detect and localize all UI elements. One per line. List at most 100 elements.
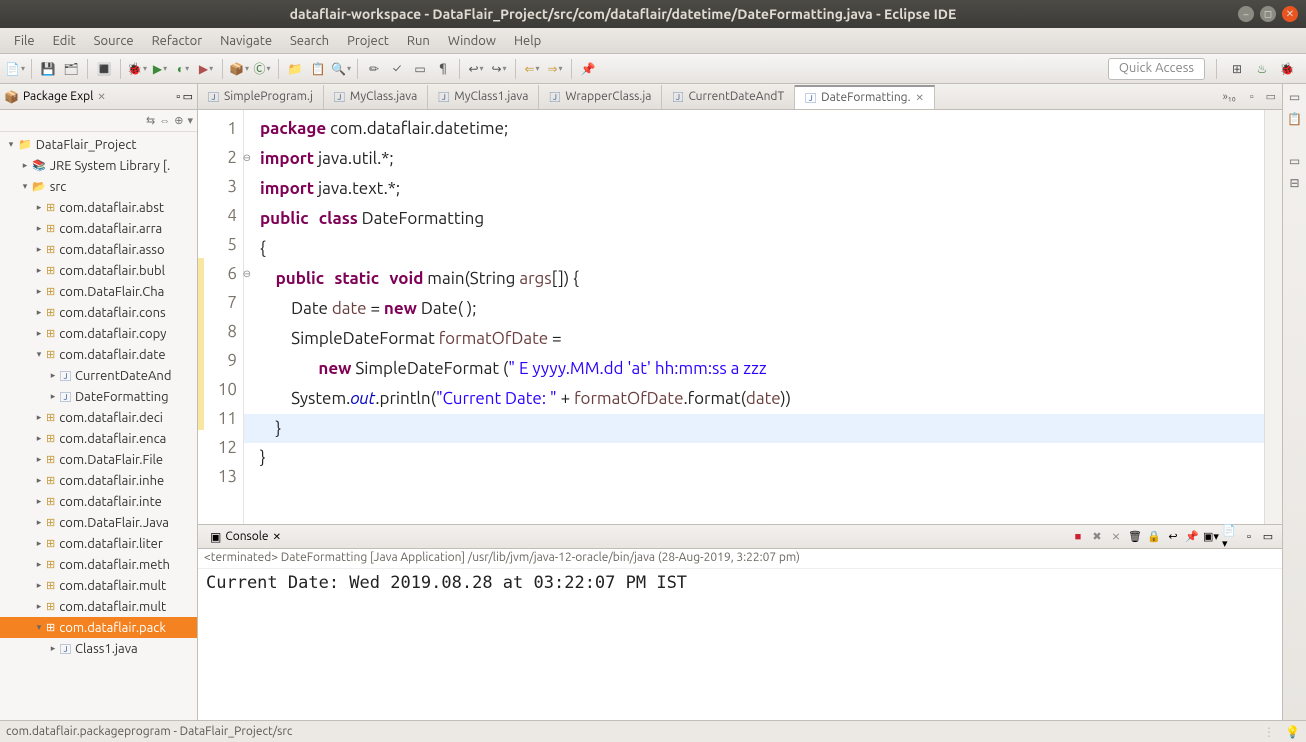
forward-button[interactable]: ⇒ <box>545 59 565 79</box>
pin-button[interactable]: 📌 <box>578 59 598 79</box>
package-node-selected[interactable]: ▾⊞com.dataflair.pack <box>0 617 197 638</box>
link-editor-button[interactable]: ⇔ <box>159 115 170 127</box>
project-node[interactable]: ▾📁DataFlair_Project <box>0 134 197 155</box>
minimize-console-button[interactable]: ▫ <box>1241 529 1257 545</box>
annotation-prev-button[interactable]: ↩ <box>466 59 486 79</box>
outline-icon[interactable]: ⊟ <box>1289 176 1299 190</box>
wand-button[interactable]: ✏ <box>364 59 384 79</box>
package-node[interactable]: ▸⊞com.dataflair.mult <box>0 596 197 617</box>
focus-button[interactable]: ⊕ <box>174 114 183 127</box>
window-close-button[interactable]: ✕ <box>1282 6 1298 22</box>
display-console-button[interactable]: ▣▾ <box>1203 529 1219 545</box>
save-all-button[interactable]: 🗂 <box>61 59 81 79</box>
editor-tab[interactable]: 🄹SimpleProgram.j <box>198 85 324 109</box>
debug-button[interactable]: 🐞 <box>127 59 147 79</box>
menu-search[interactable]: Search <box>282 31 337 51</box>
remove-all-button[interactable]: ⨯ <box>1108 529 1124 545</box>
coverage-button[interactable]: ◐ <box>173 59 193 79</box>
clear-console-button[interactable]: 🗑 <box>1127 529 1143 545</box>
maximize-console-button[interactable]: ▭ <box>1260 529 1276 545</box>
remove-launch-button[interactable]: ✖ <box>1089 529 1105 545</box>
package-node[interactable]: ▸⊞com.dataflair.meth <box>0 554 197 575</box>
more-tabs-button[interactable]: »₁₀ <box>1215 91 1244 103</box>
new-button[interactable]: 📄 <box>5 59 25 79</box>
quick-access-input[interactable]: Quick Access <box>1108 58 1205 80</box>
scroll-lock-button[interactable]: 🔒 <box>1146 529 1162 545</box>
minimize-view-button[interactable]: ▫ ▭ <box>176 90 193 103</box>
open-task-button[interactable]: 📋 <box>308 59 328 79</box>
restore-button[interactable]: ▭ <box>1289 154 1300 168</box>
java-perspective-button[interactable]: ♨ <box>1252 59 1272 79</box>
minimize-editor-button[interactable]: ▫ <box>1244 91 1260 103</box>
close-icon[interactable]: ✕ <box>273 531 281 543</box>
package-node[interactable]: ▸⊞com.dataflair.arra <box>0 218 197 239</box>
save-button[interactable]: 💾 <box>38 59 58 79</box>
package-node[interactable]: ▸⊞com.dataflair.bubl <box>0 260 197 281</box>
menu-run[interactable]: Run <box>399 31 438 51</box>
block-button[interactable]: ▭ <box>410 59 430 79</box>
back-button[interactable]: ⇐ <box>522 59 542 79</box>
editor-tab-active[interactable]: 🄹DateFormatting.✕ <box>795 85 935 109</box>
menu-source[interactable]: Source <box>86 31 142 51</box>
editor-tab[interactable]: 🄹MyClass1.java <box>428 85 539 109</box>
package-node[interactable]: ▸⊞com.dataflair.inte <box>0 491 197 512</box>
package-tree[interactable]: ▾📁DataFlair_Project ▸📚JRE System Library… <box>0 132 197 720</box>
search-button[interactable]: 🔍 <box>331 59 351 79</box>
package-node[interactable]: ▸⊞com.dataflair.copy <box>0 323 197 344</box>
restore-button[interactable]: ▭ <box>1289 90 1300 104</box>
collapse-all-button[interactable]: ⇆ <box>146 114 155 127</box>
toggle-button[interactable]: 🔳 <box>94 59 114 79</box>
open-perspective-button[interactable]: ⊞ <box>1227 59 1247 79</box>
code-editor[interactable]: 1 2 3 4 5 6 7 8 9 10 11 12 13 package co… <box>198 110 1282 524</box>
toggle-mark-button[interactable]: ✓ <box>387 59 407 79</box>
new-class-button[interactable]: Ⓒ <box>252 59 272 79</box>
debug-perspective-button[interactable]: 🐞 <box>1277 59 1297 79</box>
package-explorer-title[interactable]: Package Expl <box>23 90 93 103</box>
menu-navigate[interactable]: Navigate <box>212 31 280 51</box>
package-node[interactable]: ▸⊞com.DataFlair.Cha <box>0 281 197 302</box>
annotation-next-button[interactable]: ↪ <box>489 59 509 79</box>
package-node[interactable]: ▸⊞com.dataflair.enca <box>0 428 197 449</box>
menu-edit[interactable]: Edit <box>45 31 84 51</box>
console-tab[interactable]: ▣Console✕ <box>204 530 287 544</box>
show-whitespace-button[interactable]: ¶ <box>433 59 453 79</box>
window-maximize-button[interactable]: ◻ <box>1260 6 1276 22</box>
package-node[interactable]: ▸⊞com.DataFlair.Java <box>0 512 197 533</box>
menu-refactor[interactable]: Refactor <box>144 31 211 51</box>
external-tools-button[interactable]: ▶ <box>196 59 216 79</box>
overview-ruler[interactable] <box>1264 110 1282 524</box>
package-node[interactable]: ▸⊞com.dataflair.abst <box>0 197 197 218</box>
menu-project[interactable]: Project <box>339 31 397 51</box>
console-output[interactable]: Current Date: Wed 2019.08.28 at 03:22:07… <box>198 569 1282 720</box>
package-node[interactable]: ▸⊞com.dataflair.mult <box>0 575 197 596</box>
package-node[interactable]: ▸⊞com.dataflair.liter <box>0 533 197 554</box>
menu-help[interactable]: Help <box>506 31 549 51</box>
package-node[interactable]: ▸⊞com.dataflair.deci <box>0 407 197 428</box>
package-node[interactable]: ▸⊞com.dataflair.asso <box>0 239 197 260</box>
run-button[interactable]: ▶ <box>150 59 170 79</box>
menu-file[interactable]: File <box>6 31 43 51</box>
jre-node[interactable]: ▸📚JRE System Library [. <box>0 155 197 176</box>
menu-window[interactable]: Window <box>440 31 504 51</box>
java-file-node[interactable]: ▸🄹DateFormatting <box>0 386 197 407</box>
view-menu-button[interactable]: ▾ <box>187 114 193 127</box>
editor-tab[interactable]: 🄹MyClass.java <box>324 85 428 109</box>
java-file-node[interactable]: ▸🄹CurrentDateAnd <box>0 365 197 386</box>
editor-tab[interactable]: 🄹WrapperClass.ja <box>539 85 662 109</box>
tip-icon[interactable]: 💡 <box>1285 725 1300 739</box>
code-content[interactable]: package com.dataflair.datetime; import j… <box>244 110 1264 524</box>
package-node[interactable]: ▾⊞com.dataflair.date <box>0 344 197 365</box>
window-minimize-button[interactable]: – <box>1238 6 1254 22</box>
close-tab-icon[interactable]: ✕ <box>916 92 924 104</box>
terminate-button[interactable]: ■ <box>1070 529 1086 545</box>
close-icon[interactable]: ✕ <box>97 91 105 103</box>
java-file-node[interactable]: ▸🄹Class1.java <box>0 638 197 659</box>
word-wrap-button[interactable]: ↩ <box>1165 529 1181 545</box>
package-node[interactable]: ▸⊞com.dataflair.cons <box>0 302 197 323</box>
new-package-button[interactable]: 📦 <box>229 59 249 79</box>
open-console-button[interactable]: 📄▾ <box>1222 529 1238 545</box>
pin-console-button[interactable]: 📌 <box>1184 529 1200 545</box>
editor-tab[interactable]: 🄹CurrentDateAndT <box>662 85 795 109</box>
src-node[interactable]: ▾📂src <box>0 176 197 197</box>
package-node[interactable]: ▸⊞com.DataFlair.File <box>0 449 197 470</box>
